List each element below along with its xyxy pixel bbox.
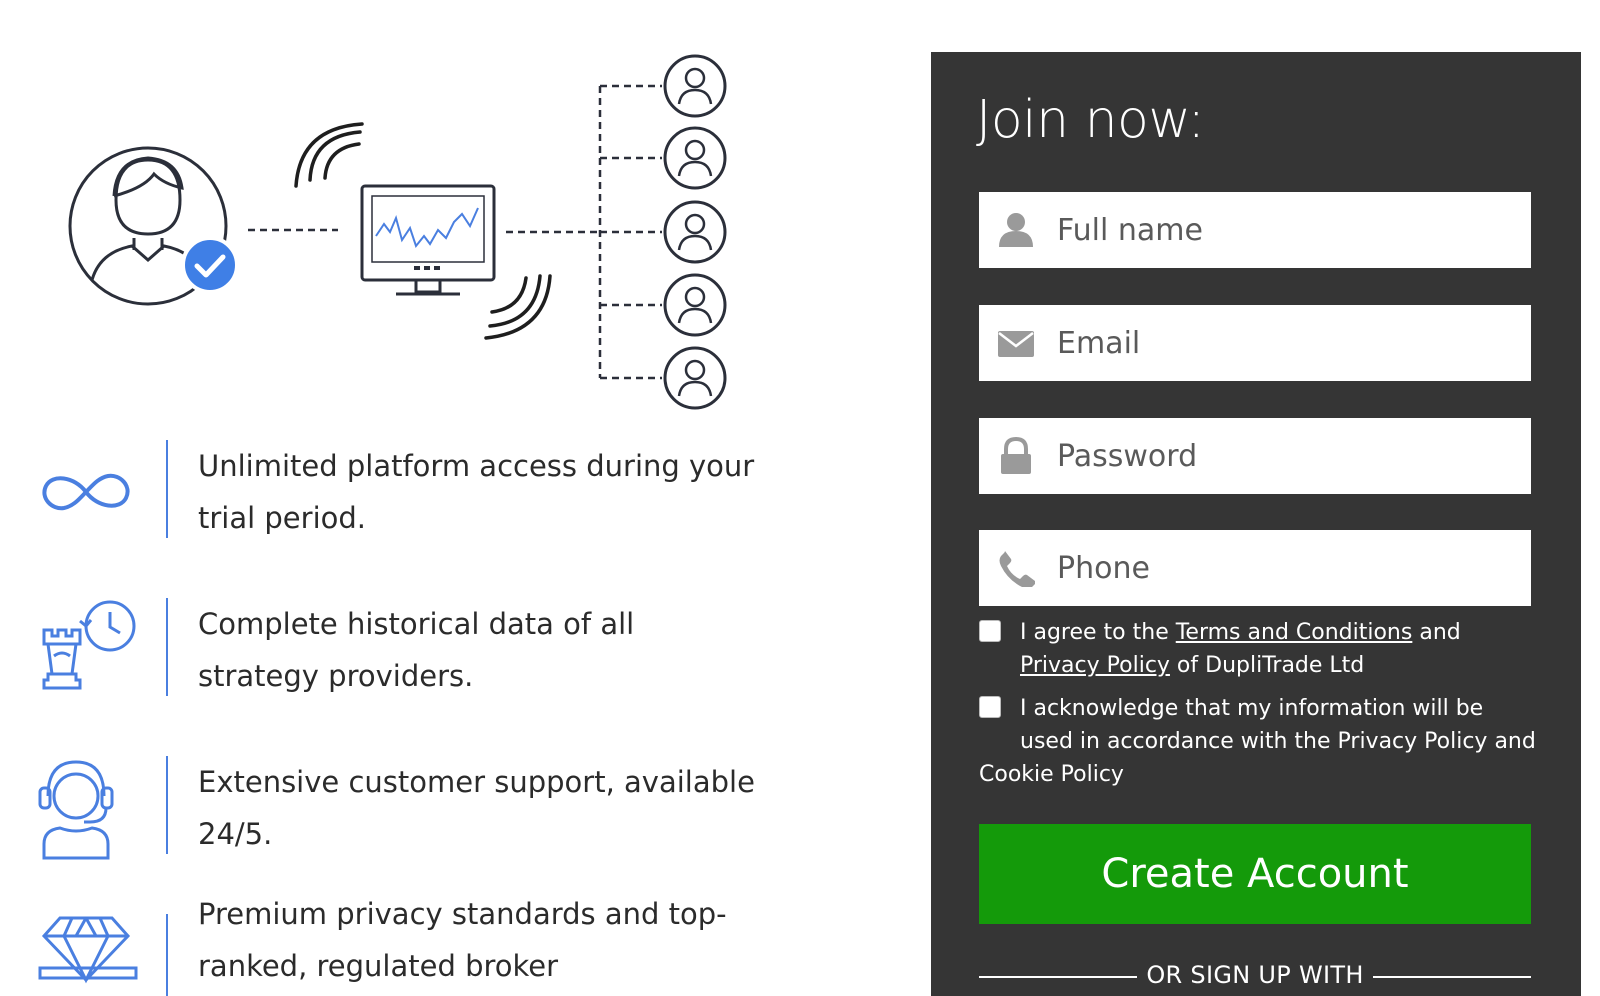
trading-monitor-icon [360,184,496,296]
feature-text: Extensive customer support, available 24… [198,765,755,851]
email-field[interactable] [979,305,1531,381]
signup-title: Join now: [976,90,1205,150]
or-sign-up-with-divider: OR SIGN UP WITH [979,957,1531,996]
terms-consent: I agree to the Terms and Conditions and P… [979,616,1539,682]
feature-divider [166,756,168,854]
email-input[interactable] [1057,305,1517,381]
privacy-policy-link[interactable]: Privacy Policy [1020,653,1170,678]
feature-divider [166,440,168,538]
feature-text: Premium privacy standards and top-ranked… [198,897,727,983]
privacy-checkbox[interactable] [979,696,1001,718]
headset-support-icon [38,760,114,860]
lock-icon [1001,437,1031,474]
terms-prefix: I agree to the [1020,620,1176,645]
divider-line-right [1373,976,1531,978]
feature-divider [166,598,168,696]
signup-panel: Join now: I agree to the Terms and Condi… [931,52,1581,996]
phone-icon [999,551,1035,587]
terms-checkbox[interactable] [979,620,1001,642]
verified-check-icon [181,236,239,294]
phone-field[interactable] [979,530,1531,606]
user-icon [999,213,1033,247]
full-name-field[interactable] [979,192,1531,268]
privacy-consent-text: I acknowledge that my information will b… [1020,696,1536,754]
create-account-button[interactable]: Create Account [979,824,1531,924]
diamond-icon [38,916,138,984]
full-name-input[interactable] [1057,192,1517,268]
rook-history-icon [42,600,136,690]
feature-item: Complete historical data of all strategy… [0,598,900,708]
feature-item: Extensive customer support, available 24… [0,756,900,866]
privacy-consent: I acknowledge that my information will b… [979,692,1539,791]
privacy-consent-text-end: Cookie Policy [979,762,1124,787]
password-input[interactable] [1057,418,1517,494]
feature-item: Premium privacy standards and top-ranked… [0,888,900,996]
terms-suffix: of DupliTrade Ltd [1169,653,1365,678]
feature-text: Complete historical data of all strategy… [198,607,635,693]
or-sign-up-with-label: OR SIGN UP WITH [1146,961,1364,989]
password-field[interactable] [979,418,1531,494]
envelope-icon [998,331,1034,357]
feature-item: Unlimited platform access during your tr… [0,440,900,550]
copy-trading-illustration [68,54,727,410]
phone-input[interactable] [1057,530,1517,606]
feature-text: Unlimited platform access during your tr… [198,449,755,535]
terms-middle: and [1412,620,1461,645]
feature-divider [166,914,168,996]
terms-link[interactable]: Terms and Conditions [1176,620,1413,645]
terms-consent-text: I agree to the Terms and Conditions and P… [979,616,1539,682]
infinity-icon [42,473,130,511]
